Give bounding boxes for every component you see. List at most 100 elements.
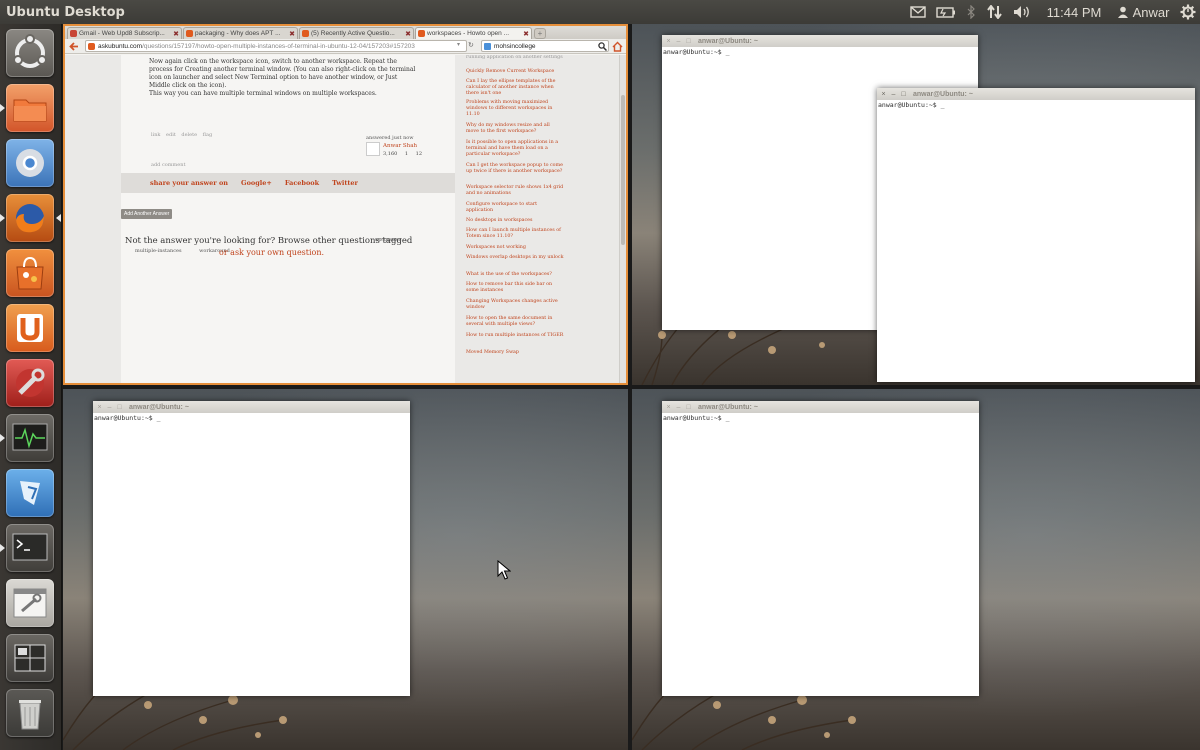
maximize-icon[interactable]: □ bbox=[116, 404, 123, 411]
ask-own-question-link[interactable]: or ask your own question. bbox=[219, 248, 324, 257]
tab-packaging[interactable]: packaging - Why does APT ... ✖ bbox=[183, 27, 298, 39]
bluetooth-icon[interactable] bbox=[960, 0, 982, 24]
related-question-link[interactable]: How can I launch multiple instances of T… bbox=[466, 228, 564, 240]
system-settings-button[interactable] bbox=[6, 359, 54, 407]
reload-icon[interactable]: ↻ bbox=[468, 41, 474, 49]
related-question-link[interactable]: Workspace selector rule shows 1x4 grid a… bbox=[466, 185, 564, 197]
related-question-link[interactable]: Why do my windows resize and all move to… bbox=[466, 123, 564, 135]
clock[interactable]: 11:44 PM bbox=[1038, 0, 1110, 24]
terminal-prompt[interactable]: anwar@Ubuntu:~$ _ bbox=[877, 100, 1195, 110]
minimize-icon[interactable]: – bbox=[106, 404, 113, 411]
share-facebook-link[interactable]: Facebook bbox=[285, 179, 319, 187]
chromium-button[interactable] bbox=[6, 139, 54, 187]
tab-recent-questions[interactable]: (5) Recently Active Questio... ✖ bbox=[299, 27, 414, 39]
terminal-prompt[interactable]: anwar@Ubuntu:~$ _ bbox=[662, 413, 979, 423]
system-monitor-button[interactable] bbox=[6, 414, 54, 462]
share-google-link[interactable]: Google+ bbox=[241, 179, 272, 187]
minimize-icon[interactable]: – bbox=[890, 91, 897, 98]
maximize-icon[interactable]: □ bbox=[685, 38, 692, 45]
maximize-icon[interactable]: □ bbox=[900, 91, 907, 98]
trash-button[interactable] bbox=[6, 689, 54, 737]
ccsm-button[interactable] bbox=[6, 579, 54, 627]
related-question-link[interactable]: Windows overlap desktops in my unlock bbox=[466, 255, 564, 261]
related-question-link[interactable]: How to run multiple instances of TIGER bbox=[466, 333, 564, 339]
search-icon[interactable] bbox=[598, 42, 607, 51]
related-question-link[interactable]: Workspaces not working bbox=[466, 245, 564, 251]
firefox-button[interactable] bbox=[6, 194, 54, 242]
main-column bbox=[121, 55, 455, 383]
tab-workspaces[interactable]: workspaces - Howto open ... ✖ bbox=[415, 27, 532, 39]
app-launcher-button[interactable] bbox=[6, 469, 54, 517]
close-tab-icon[interactable]: ✖ bbox=[173, 30, 179, 38]
related-question-link[interactable]: running application on another settings bbox=[466, 55, 564, 61]
home-icon[interactable] bbox=[612, 41, 623, 52]
ubuntu-one-button[interactable] bbox=[6, 304, 54, 352]
files-button[interactable] bbox=[6, 84, 54, 132]
terminal-titlebar[interactable]: × – □ anwar@Ubuntu: ~ bbox=[662, 35, 978, 47]
terminal-window[interactable]: × – □ anwar@Ubuntu: ~ anwar@Ubuntu:~$ _ bbox=[662, 401, 979, 696]
session-gear-icon[interactable] bbox=[1176, 0, 1200, 24]
close-icon[interactable]: × bbox=[880, 91, 887, 98]
related-question-link[interactable]: Configure workspace to start application bbox=[466, 202, 564, 214]
share-twitter-link[interactable]: Twitter bbox=[332, 179, 358, 187]
mouse-cursor-icon bbox=[497, 560, 511, 580]
related-question-link[interactable]: Can I lay the ellipse templates of the c… bbox=[466, 79, 564, 97]
related-question-link[interactable]: How to remove bar this side bar on some … bbox=[466, 282, 564, 294]
volume-icon[interactable] bbox=[1008, 0, 1038, 24]
terminal-button[interactable] bbox=[6, 524, 54, 572]
add-comment-link[interactable]: add comment bbox=[151, 162, 185, 168]
terminal-window[interactable]: × – □ anwar@Ubuntu: ~ anwar@Ubuntu:~$ _ bbox=[93, 401, 410, 696]
add-another-answer-button[interactable]: Add Another Answer bbox=[121, 209, 173, 219]
post-menu-links[interactable]: link edit delete flag bbox=[151, 132, 212, 138]
terminal-titlebar[interactable]: × – □ anwar@Ubuntu: ~ bbox=[662, 401, 979, 413]
search-bar[interactable]: mohsincollege bbox=[481, 40, 609, 52]
software-center-button[interactable] bbox=[6, 249, 54, 297]
related-question-link[interactable]: Is it possible to open applications in a… bbox=[466, 140, 564, 158]
related-question-link[interactable]: Quickly Remove Current Workspace bbox=[466, 69, 564, 75]
url-dropdown-icon[interactable]: ▾ bbox=[457, 41, 460, 48]
share-label: share your answer on bbox=[150, 179, 229, 187]
close-tab-icon[interactable]: ✖ bbox=[405, 30, 411, 38]
battery-icon[interactable] bbox=[932, 0, 960, 24]
user-menu[interactable]: Anwar bbox=[1110, 0, 1176, 24]
related-question-link[interactable]: No desktops in workspaces bbox=[466, 218, 564, 224]
maximize-icon[interactable]: □ bbox=[685, 404, 692, 411]
related-question-link[interactable]: How to open the same document in several… bbox=[466, 316, 564, 328]
answered-time: answered just now bbox=[366, 135, 414, 141]
tab-gmail[interactable]: Gmail - Web Upd8 Subscrip... ✖ bbox=[67, 27, 182, 39]
related-question-link[interactable]: Problems with moving maximized windows t… bbox=[466, 100, 564, 118]
terminal-window[interactable]: × – □ anwar@Ubuntu: ~ anwar@Ubuntu:~$ _ bbox=[877, 88, 1195, 382]
mail-icon[interactable] bbox=[904, 0, 932, 24]
firefox-window[interactable]: Gmail - Web Upd8 Subscrip... ✖ packaging… bbox=[63, 24, 628, 385]
terminal-prompt[interactable]: anwar@Ubuntu:~$ _ bbox=[662, 47, 978, 57]
tag-workspaces[interactable]: workspaces bbox=[375, 237, 401, 243]
terminal-running-pip bbox=[0, 544, 5, 552]
page-scrollbar[interactable] bbox=[619, 55, 626, 383]
related-question-link[interactable]: What is the use of the workspaces? bbox=[466, 272, 564, 278]
url-host: askubuntu.com bbox=[98, 42, 143, 50]
minimize-icon[interactable]: – bbox=[675, 404, 682, 411]
terminal-titlebar[interactable]: × – □ anwar@Ubuntu: ~ bbox=[93, 401, 410, 413]
close-icon[interactable]: × bbox=[665, 404, 672, 411]
dash-home-button[interactable] bbox=[6, 29, 54, 77]
workspace-switcher-button[interactable] bbox=[6, 634, 54, 682]
close-tab-icon[interactable]: ✖ bbox=[289, 30, 295, 38]
close-icon[interactable]: × bbox=[665, 38, 672, 45]
close-icon[interactable]: × bbox=[96, 404, 103, 411]
new-tab-button[interactable]: + bbox=[534, 28, 546, 39]
related-question-link[interactable]: Can I get the workspace popup to come up… bbox=[466, 163, 564, 175]
terminal-titlebar[interactable]: × – □ anwar@Ubuntu: ~ bbox=[877, 88, 1195, 100]
minimize-icon[interactable]: – bbox=[675, 38, 682, 45]
url-bar[interactable]: askubuntu.com/questions/157197/howto-ope… bbox=[85, 40, 467, 52]
user-name-link[interactable]: Anwar Shah bbox=[383, 143, 417, 149]
related-question-link[interactable]: Moved Memory Swap bbox=[466, 350, 564, 356]
related-question-link[interactable]: Changing Workspaces changes active windo… bbox=[466, 299, 564, 311]
close-tab-icon[interactable]: ✖ bbox=[523, 30, 529, 38]
back-arrow-icon[interactable] bbox=[69, 42, 79, 51]
answer-paragraph: Now again click on the workspace icon, s… bbox=[149, 58, 416, 89]
scrollbar-thumb[interactable] bbox=[621, 95, 625, 245]
terminal-prompt[interactable]: anwar@Ubuntu:~$ _ bbox=[93, 413, 410, 423]
network-icon[interactable] bbox=[982, 0, 1008, 24]
avatar[interactable] bbox=[366, 142, 380, 156]
tag-multiple-instances[interactable]: multiple-instances bbox=[135, 248, 182, 254]
